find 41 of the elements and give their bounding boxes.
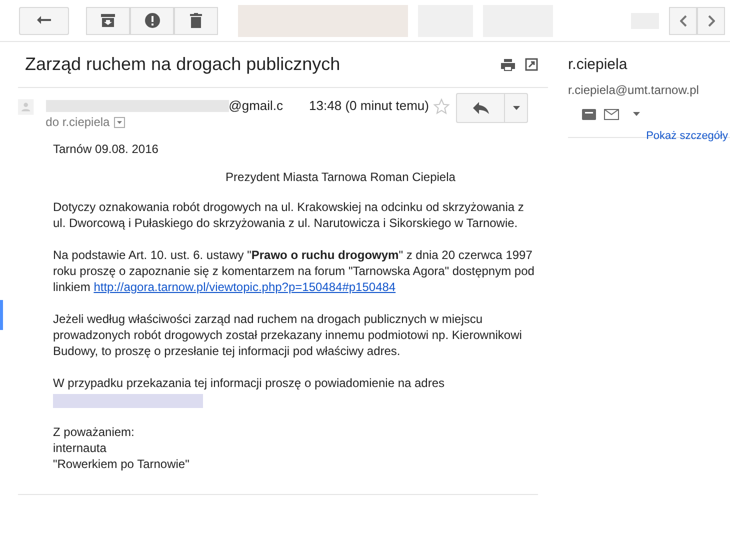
email-subject: Zarząd ruchem na drogach publicznych [25, 53, 342, 76]
paragraph: Tarnów 09.08. 2016 [53, 141, 160, 157]
recipient-label: do r.ciepiela [46, 114, 110, 131]
spam-button[interactable] [130, 6, 174, 34]
trash-icon [190, 13, 202, 28]
chevron-left-icon [680, 14, 686, 26]
paragraph: W przypadku przekazania tej informacji proszę o powiadomienie na adres [53, 375, 446, 391]
back-arrow-icon [37, 16, 51, 26]
signature-line: "Rowerkiem po Tarnowie" [53, 456, 190, 472]
paragraph: Jeżeli według właściwości zarząd nad ruchem na drogach publicznych w miejscu prowadzonych robót drogowych został przekazany innemu podmiotowi np. Kierownikowi Budowy, to proszę o przesłanie tej informacji pod właściwy adres. [53, 311, 523, 359]
new-window-icon[interactable] [525, 58, 538, 71]
print-icon[interactable] [501, 58, 515, 70]
focus-marker [0, 300, 3, 330]
card-icon[interactable] [582, 108, 596, 120]
caret-icon[interactable] [633, 112, 640, 116]
star-icon[interactable] [433, 98, 450, 114]
exclamation-icon [144, 13, 160, 28]
archive-icon [101, 14, 115, 27]
archive-button[interactable] [86, 6, 130, 34]
caret-icon [512, 106, 520, 110]
contact-name: r.ciepiela [568, 55, 628, 75]
avatar-icon [18, 96, 34, 118]
signature-line: Z poważaniem: [53, 424, 136, 440]
contact-email: r.ciepiela@umt.tarnow.pl [568, 82, 700, 98]
chevron-right-icon [708, 14, 714, 26]
sender-email: @gmail.c [228, 97, 284, 116]
forum-link[interactable]: http://agora.tarnow.pl/viewtopic.php?p=150484#p150484 [94, 280, 396, 294]
next-button[interactable] [697, 6, 725, 34]
message-time: 13:48 (0 minut temu) [309, 97, 429, 116]
mail-icon[interactable] [604, 108, 619, 120]
reply-icon [472, 102, 488, 114]
show-details-link[interactable]: Pokaż szczegóły [646, 128, 728, 144]
paragraph: Na podstawie Art. 10. ust. 6. ustawy "Prawo o ruchu drogowym" z dnia 20 czerwca 1997 roku proszę o zapoznanie się z komentarzem na forum "Tarnowska Agora" dostępnym pod linkiem http://agora.tarnow.pl/viewtopic.php?p=150484#p150484 [53, 247, 536, 295]
delete-button[interactable] [174, 6, 218, 34]
previous-button[interactable] [669, 6, 697, 34]
caret-icon [116, 120, 122, 124]
details-toggle[interactable] [114, 116, 125, 128]
addressee-line: Prezydent Miasta Tarnowa Roman Ciepiela [224, 169, 456, 185]
signature-line: internauta [53, 440, 108, 456]
back-button[interactable] [19, 6, 69, 34]
paragraph: Dotyczy oznakowania robót drogowych na ul. Krakowskiej na odcinku od skrzyżowania z ul. Dworcową i Pułaskiego do skrzyżowania z ul. Narutowicza i Sikorskiego w Tarnowie. [53, 199, 525, 231]
